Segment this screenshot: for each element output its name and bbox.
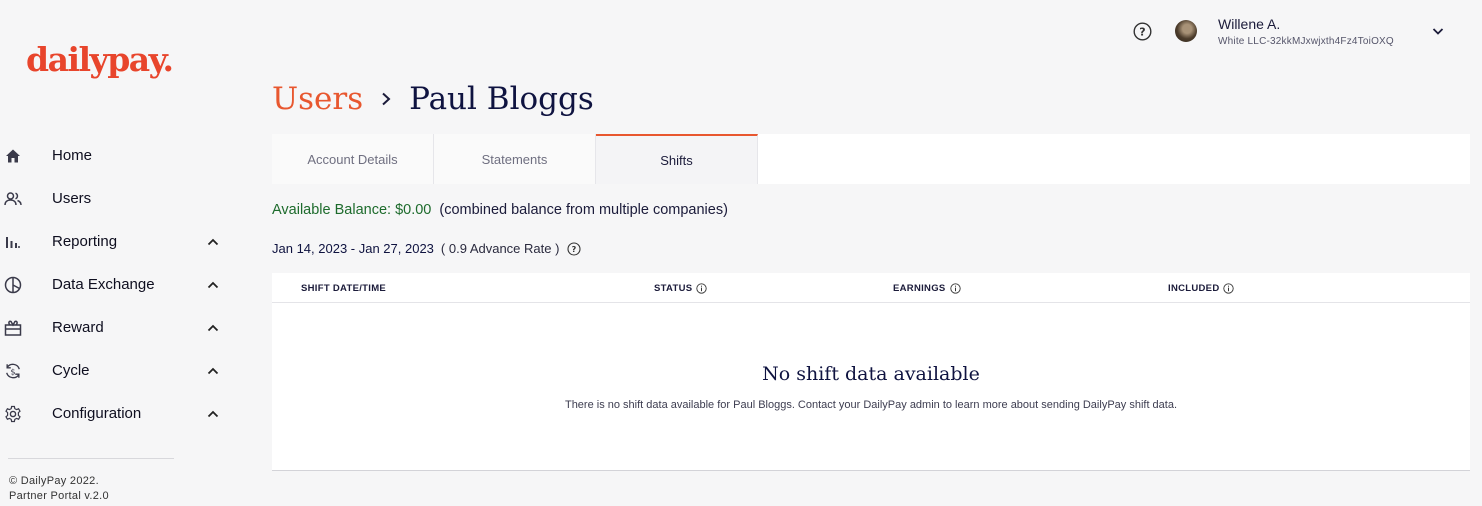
sidebar-nav: Home Users Reporting Data Exchange Rewar…	[0, 134, 230, 435]
sidebar-item-configuration[interactable]: Configuration	[0, 392, 230, 435]
user-organization: White LLC-32kkMJxwjxth4Fz4ToiOXQ	[1218, 36, 1394, 47]
column-header-label: EARNINGS	[893, 282, 946, 294]
advance-rate: ( 0.9 Advance Rate )	[440, 241, 560, 256]
svg-text:?: ?	[1139, 26, 1145, 39]
sidebar-item-label: Home	[52, 147, 93, 164]
cycle-icon: $	[4, 362, 22, 380]
column-header-label: STATUS	[654, 282, 693, 294]
chevron-up-icon[interactable]	[206, 364, 220, 378]
balance-amount: Available Balance: $0.00	[272, 202, 432, 218]
info-icon[interactable]	[696, 282, 708, 294]
available-balance: Available Balance: $0.00 (combined balan…	[272, 202, 728, 218]
pay-period-dates: Jan 14, 2023 - Jan 27, 2023	[272, 241, 434, 256]
data-exchange-icon	[4, 276, 22, 294]
sidebar-footer: © DailyPay 2022. Partner Portal v.2.0	[9, 474, 109, 504]
column-header-label: INCLUDED	[1168, 282, 1220, 294]
shifts-table: SHIFT DATE/TIME STATUS EARNINGS INCLUDED…	[272, 273, 1470, 471]
sidebar-item-label: Data Exchange	[52, 276, 155, 293]
tab-account-details[interactable]: Account Details	[272, 134, 434, 184]
balance-description: (combined balance from multiple companie…	[439, 202, 728, 218]
column-header-shift-date[interactable]: SHIFT DATE/TIME	[301, 273, 386, 303]
sidebar-item-label: Configuration	[52, 405, 142, 422]
svg-text:$: $	[10, 366, 15, 376]
chevron-up-icon[interactable]	[206, 235, 220, 249]
help-icon[interactable]: ?	[567, 241, 581, 256]
chevron-up-icon[interactable]	[206, 321, 220, 335]
gear-icon	[4, 405, 22, 423]
sidebar-item-cycle[interactable]: $ Cycle	[0, 349, 230, 392]
column-header-label: SHIFT DATE/TIME	[301, 282, 387, 294]
info-icon[interactable]	[949, 282, 961, 294]
chevron-up-icon[interactable]	[206, 407, 220, 421]
column-header-status[interactable]: STATUS	[654, 273, 708, 303]
sidebar-item-home[interactable]: Home	[0, 134, 230, 177]
chevron-down-icon[interactable]	[1431, 24, 1445, 38]
users-icon	[4, 190, 22, 208]
column-header-included[interactable]: INCLUDED	[1168, 273, 1235, 303]
help-icon[interactable]: ?	[1133, 22, 1152, 41]
sidebar-item-label: Users	[52, 190, 92, 207]
reporting-icon	[4, 233, 22, 251]
sidebar-item-reporting[interactable]: Reporting	[0, 220, 230, 263]
sidebar-item-label: Cycle	[52, 362, 90, 379]
sidebar-item-reward[interactable]: Reward	[0, 306, 230, 349]
pay-period: Jan 14, 2023 - Jan 27, 2023 ( 0.9 Advanc…	[272, 241, 581, 256]
copyright-text: © DailyPay 2022.	[9, 475, 99, 487]
column-header-earnings[interactable]: EARNINGS	[893, 273, 961, 303]
empty-state-message: There is no shift data available for Pau…	[564, 399, 1178, 411]
table-header: SHIFT DATE/TIME STATUS EARNINGS INCLUDED	[272, 273, 1470, 303]
user-name[interactable]: Willene A.	[1218, 16, 1280, 32]
breadcrumb: Users Paul Bloggs	[272, 78, 594, 120]
svg-text:?: ?	[572, 245, 577, 254]
info-icon[interactable]	[1223, 282, 1235, 294]
chevron-right-icon	[363, 91, 409, 107]
breadcrumb-users-link[interactable]: Users	[272, 81, 363, 117]
home-icon	[4, 147, 22, 165]
dailypay-logo[interactable]: dailypay.	[26, 40, 174, 79]
sidebar-item-label: Reward	[52, 319, 104, 336]
page-title: Paul Bloggs	[409, 81, 594, 117]
tab-statements[interactable]: Statements	[434, 134, 596, 184]
tab-bar: Account Details Statements Shifts	[272, 134, 1470, 184]
tab-shifts[interactable]: Shifts	[596, 134, 758, 184]
version-text: Partner Portal v.2.0	[9, 490, 109, 502]
sidebar-divider	[8, 458, 174, 459]
chevron-up-icon[interactable]	[206, 278, 220, 292]
reward-icon	[4, 319, 22, 337]
avatar[interactable]	[1175, 20, 1197, 42]
sidebar-item-label: Reporting	[52, 233, 118, 250]
sidebar-item-data-exchange[interactable]: Data Exchange	[0, 263, 230, 306]
empty-state-title: No shift data available	[762, 363, 980, 385]
sidebar-item-users[interactable]: Users	[0, 177, 230, 220]
